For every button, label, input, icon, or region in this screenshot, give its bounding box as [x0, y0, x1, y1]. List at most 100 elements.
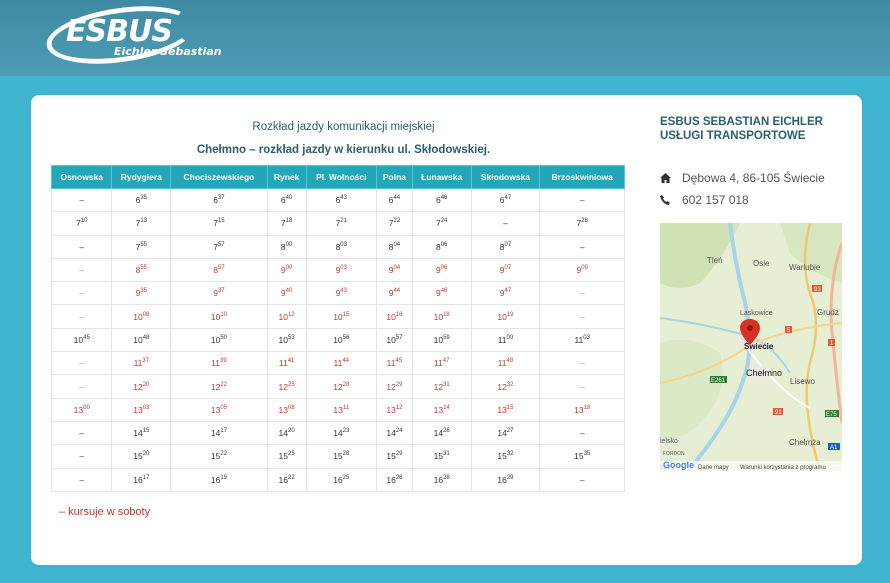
map-terms-link[interactable]: Warunki korzystania z programu	[740, 465, 826, 471]
road-sign-91b: 91	[775, 410, 782, 416]
time-cell: 1619	[170, 467, 268, 492]
time-cell: 1629	[470, 467, 541, 492]
timetable-header-row: Osnowska Rydygiera Chociszewskiego Rynek Pl.…	[50, 165, 625, 189]
column-header: Rydygiera	[111, 165, 172, 189]
time-cell: 1008	[111, 304, 172, 329]
column-header: Osnowska	[50, 165, 113, 189]
time-cell: –	[50, 187, 113, 213]
time-cell: 1315	[470, 397, 541, 422]
esbus-logo[interactable]: ESBUS Eichler Sebastian	[42, 0, 222, 73]
content-card: Rozkład jazdy komunikacji miejskiej Cheł…	[31, 95, 862, 565]
time-cell: 1103	[539, 327, 625, 353]
table-row: –755 757 800 803 804 806 807–	[50, 234, 625, 259]
map-label-fordon: FORDON	[663, 451, 685, 457]
time-cell: 1231	[411, 374, 472, 399]
table-row: –935 937 940 943 944 946 947–	[50, 281, 625, 306]
time-cell: 935	[111, 281, 172, 306]
time-cell: 1050	[170, 327, 268, 353]
time-cell: 640	[266, 187, 307, 213]
time-cell: 1010	[170, 304, 268, 329]
time-cell: 1056	[305, 327, 378, 353]
time-cell: –	[539, 187, 625, 213]
map-label-chelmza: Chełmża	[789, 438, 821, 447]
time-cell: 646	[411, 187, 472, 213]
time-cell: 1531	[411, 444, 472, 469]
column-header: Skłodowska	[470, 165, 541, 189]
time-cell: 1053	[266, 327, 307, 353]
time-cell: 1232	[470, 374, 541, 399]
time-cell: 1628	[411, 467, 472, 492]
time-cell: 1015	[305, 304, 378, 329]
time-cell: 1626	[376, 467, 413, 492]
table-row: –855 857 900 903 904 906 907 909	[50, 257, 625, 283]
time-cell: 947	[470, 281, 541, 306]
time-cell: 755	[111, 234, 172, 259]
time-cell: –	[539, 420, 625, 446]
company-line-2: USŁUGI TRANSPORTOWE	[660, 130, 806, 142]
time-cell: 1137	[111, 351, 172, 376]
map-canvas[interactable]: Tleń Osie Warlubie Laskowice Grudz Świec…	[660, 223, 842, 471]
time-cell: 1528	[305, 444, 378, 469]
address-row: Dębowa 4, 86-105 Świecie	[660, 167, 850, 189]
time-cell: –	[50, 351, 113, 376]
phone-link[interactable]: 602 157 018	[682, 193, 749, 207]
time-cell: 643	[305, 187, 378, 213]
time-cell: 1220	[111, 374, 172, 399]
table-row: –1415 1417 1420 1423 1424 1426 1427–	[50, 420, 625, 446]
time-cell: 1141	[266, 351, 307, 376]
road-sign-a1: A1	[830, 445, 838, 451]
time-cell: 1145	[376, 351, 413, 376]
time-cell: 1229	[376, 374, 413, 399]
time-cell: –	[539, 281, 625, 306]
time-cell: 721	[305, 211, 378, 236]
time-cell: 1420	[266, 420, 307, 446]
time-cell: 857	[170, 257, 268, 283]
time-cell: 718	[266, 211, 307, 236]
time-cell: 855	[111, 257, 172, 283]
time-cell: –	[539, 374, 625, 399]
time-cell: 647	[470, 187, 541, 213]
time-cell: 1426	[411, 420, 472, 446]
time-cell: 907	[470, 257, 541, 283]
map-label-chelmno: Chełmno	[746, 368, 782, 378]
time-cell: –	[470, 211, 541, 236]
time-cell: 644	[376, 187, 413, 213]
saturday-legend: – kursuje w soboty	[59, 505, 151, 518]
time-cell: 1147	[411, 351, 472, 376]
logo-subtitle: Eichler Sebastian	[114, 45, 222, 58]
map-label-tlen: Tleń	[707, 256, 723, 265]
time-cell: –	[50, 234, 113, 259]
map-label-swiecie: Świecie	[744, 342, 774, 351]
time-cell: 1522	[170, 444, 268, 469]
time-cell: –	[50, 444, 113, 469]
table-row: 1300 1303 1305 1308 1311 1312 1314 1315 1318	[50, 397, 625, 422]
phone-row: 602 157 018	[660, 189, 850, 211]
time-cell: 1016	[376, 304, 413, 329]
time-cell: 1018	[411, 304, 472, 329]
table-row: –1220 1222 1225 1228 1229 1231 1232–	[50, 374, 625, 399]
address-text: Dębowa 4, 86-105 Świecie	[682, 171, 825, 185]
time-cell: –	[50, 281, 113, 306]
time-cell: 946	[411, 281, 472, 306]
google-map[interactable]: Tleń Osie Warlubie Laskowice Grudz Świec…	[660, 223, 842, 471]
logo-wordmark: ESBUS	[66, 14, 173, 49]
time-cell: –	[50, 467, 113, 492]
table-row: 1045 1048 1050 1053 1056 1057 1059 1100 1103	[50, 327, 625, 353]
home-icon	[660, 173, 682, 183]
table-row: –1008 1010 1012 1015 1016 1018 1019–	[50, 304, 625, 329]
time-cell: 635	[111, 187, 172, 213]
road-sign-e75: E75	[826, 412, 837, 418]
time-cell: 806	[411, 234, 472, 259]
map-data-link[interactable]: Dane mapy	[698, 465, 729, 471]
logo-es: ES	[66, 14, 107, 49]
table-row: –1137 1139 1141 1144 1145 1147 1148–	[50, 351, 625, 376]
company-name: ESBUS SEBASTIAN EICHLER USŁUGI TRANSPORT…	[660, 115, 850, 143]
time-cell: 1148	[470, 351, 541, 376]
contact-info: Dębowa 4, 86-105 Świecie 602 157 018	[660, 167, 850, 211]
time-cell: 943	[305, 281, 378, 306]
timetable-section: Rozkład jazdy komunikacji miejskiej Cheł…	[50, 121, 626, 518]
time-cell: 1300	[50, 397, 113, 422]
timetable-caption: Rozkład jazdy komunikacji miejskiej	[252, 121, 435, 133]
table-row: –635 637 640 643 644 646 647–	[50, 187, 625, 213]
time-cell: 1532	[470, 444, 541, 469]
